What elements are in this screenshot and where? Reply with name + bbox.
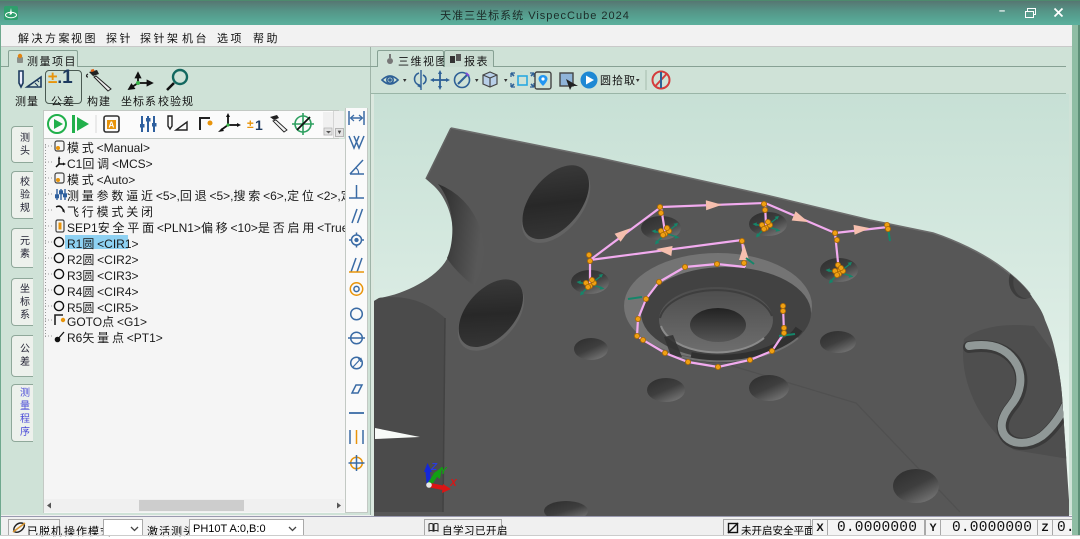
svg-text:1: 1	[255, 117, 263, 133]
svg-text:X: X	[449, 478, 458, 489]
svg-text:Z: Z	[430, 462, 438, 473]
svg-text:A: A	[109, 121, 115, 130]
svg-text:圆拾取: 圆拾取	[600, 73, 636, 87]
svg-text:±: ±	[247, 117, 254, 131]
